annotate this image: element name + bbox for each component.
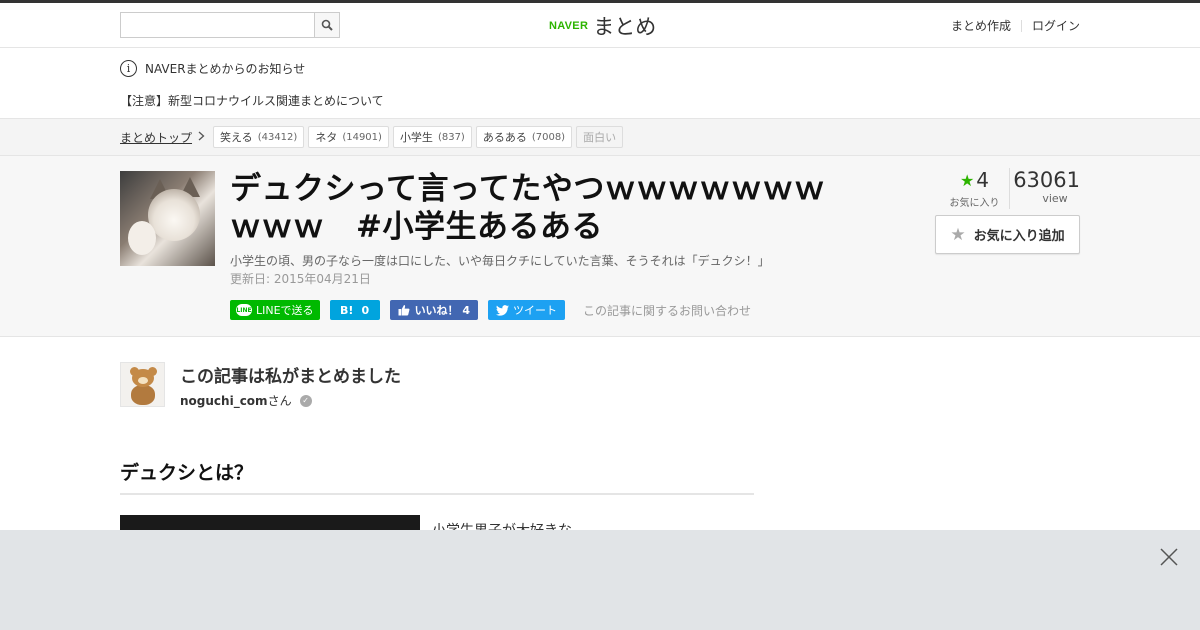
breadcrumb-top-link[interactable]: まとめトップ — [120, 129, 205, 146]
author-name-suffix: さん — [267, 394, 292, 408]
author-name-link[interactable]: noguchi_com — [180, 394, 268, 408]
matome-logo-text: まとめ — [593, 15, 657, 39]
inquiry-link[interactable]: この記事に関するお問い合わせ — [583, 302, 751, 319]
tag-label: 笑える — [220, 131, 253, 144]
notice-title: NAVERまとめからのお知らせ — [145, 61, 306, 76]
hatena-icon: B! — [340, 303, 354, 317]
site-header: NAVER まとめ まとめ作成 ログイン — [0, 3, 1200, 48]
section-heading: デュクシとは？ — [120, 458, 754, 495]
facebook-like-label: いいね！ 4 — [414, 304, 471, 317]
views-count: 63061 — [1013, 168, 1080, 192]
tweet-button[interactable]: ツイート — [488, 300, 566, 320]
author-heading: この記事は私がまとめました — [180, 367, 401, 387]
info-icon: i — [120, 59, 137, 77]
search-input[interactable] — [121, 13, 314, 37]
tag-aruaru[interactable]: あるある (7008) — [475, 126, 573, 148]
header-links: まとめ作成 ログイン — [951, 17, 1080, 34]
ad-overlay — [0, 530, 1200, 630]
hatena-count: 0 — [361, 303, 370, 317]
tag-count: (7008) — [531, 131, 566, 143]
notice-link[interactable]: 【注意】新型コロナウイルス関連まとめについて — [120, 92, 1080, 109]
views-label: view — [1042, 192, 1068, 205]
article-stats: ★ 4 お気に入り 63061 view — [940, 168, 1080, 209]
tag-label: 小学生 — [399, 131, 433, 144]
article-header: デュクシって言ってたやつｗｗｗｗｗｗｗｗｗｗ #小学生あるある 小学生の頃、男の… — [0, 156, 1200, 337]
author-name-row: noguchi_com さん ✓ — [180, 392, 312, 409]
article-updated-date: 更新日: 2015年04月21日 — [230, 272, 371, 286]
add-favorite-button[interactable]: ★ お気に入り追加 — [935, 215, 1080, 254]
breadcrumb: まとめトップ 笑える (43412) ネタ (14901) 小学生 (837) あるあ… — [0, 118, 1200, 156]
site-logo[interactable]: NAVER まとめ — [549, 11, 656, 41]
login-link[interactable]: ログイン — [1032, 17, 1080, 34]
favorites-label: お気に入り — [949, 198, 1000, 209]
tag-count: (837) — [437, 131, 465, 143]
star-outline-icon: ★ — [950, 224, 966, 245]
article-title: デュクシって言ってたやつｗｗｗｗｗｗｗｗｗｗ #小学生あるある — [230, 171, 826, 245]
verified-check-icon: ✓ — [299, 394, 312, 407]
hatena-bookmark-button[interactable]: B! 0 — [329, 300, 380, 320]
tag-label: ネタ — [315, 131, 338, 144]
article-description: 小学生の頃、男の子なら一度は口にした、いや毎日クチにしていた言葉、そうそれは「デ… — [230, 254, 770, 268]
search-icon — [321, 19, 333, 31]
tag-omoshiroi[interactable]: 面白い — [576, 126, 624, 148]
share-bar: LINE LINEで送る B! 0 いいね！ 4 ツイート この記事に関するお問… — [230, 300, 751, 320]
tag-warau[interactable]: 笑える (43412) — [213, 126, 305, 148]
avatar[interactable] — [120, 362, 165, 407]
thumbs-up-icon — [398, 305, 410, 316]
tag-neta[interactable]: ネタ (14901) — [308, 126, 389, 148]
favorites-count: 4 — [976, 168, 990, 192]
article-thumbnail — [120, 171, 215, 266]
breadcrumb-top-label: まとめトップ — [120, 130, 193, 145]
add-favorite-label: お気に入り追加 — [973, 229, 1065, 244]
chevron-right-icon — [198, 130, 205, 144]
tag-count: (43412) — [257, 131, 298, 143]
tweet-label: ツイート — [513, 304, 558, 317]
favorites-stat: ★ 4 お気に入り — [940, 168, 1010, 209]
create-matome-link[interactable]: まとめ作成 — [951, 17, 1011, 34]
views-stat: 63061 view — [1010, 168, 1080, 209]
star-icon: ★ — [959, 170, 975, 190]
search-box — [120, 12, 340, 38]
tag-count: (14901) — [342, 131, 382, 143]
facebook-like-button[interactable]: いいね！ 4 — [389, 300, 479, 320]
line-share-button[interactable]: LINE LINEで送る — [230, 300, 320, 320]
line-share-label: LINEで送る — [256, 304, 314, 317]
search-button[interactable] — [314, 13, 339, 37]
twitter-bird-icon — [496, 304, 510, 316]
tag-label: あるある — [482, 131, 527, 144]
tag-label: 面白い — [583, 131, 617, 144]
naver-logo-text: NAVER — [549, 20, 589, 32]
tag-shogakusei[interactable]: 小学生 (837) — [392, 126, 472, 148]
line-icon: LINE — [236, 304, 252, 316]
close-icon[interactable] — [1158, 546, 1180, 568]
divider — [1020, 19, 1022, 32]
notice-area: i NAVERまとめからのお知らせ 【注意】新型コロナウイルス関連まとめについて — [0, 48, 1200, 118]
